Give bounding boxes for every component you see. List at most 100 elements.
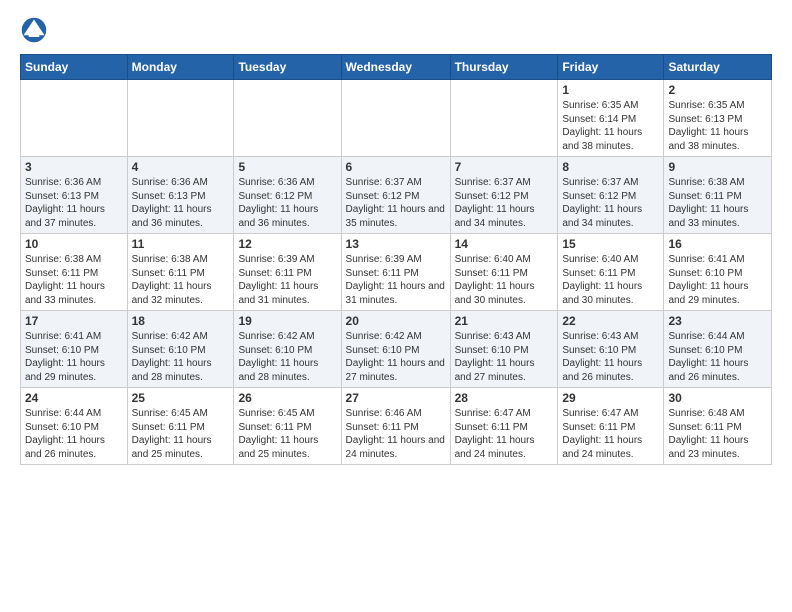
day-info: Sunrise: 6:36 AM Sunset: 6:13 PM Dayligh… (132, 176, 230, 230)
calendar-cell: 19Sunrise: 6:42 AM Sunset: 6:10 PM Dayli… (234, 311, 341, 388)
page: SundayMondayTuesdayWednesdayThursdayFrid… (0, 0, 792, 477)
calendar-cell: 30 Sunrise: 6:48 AM Sunset: 6:11 PM Dayli… (664, 388, 772, 465)
header (20, 16, 772, 44)
day-number: 3 (25, 160, 123, 174)
day-number: 27 (346, 391, 446, 405)
day-number: 22 (562, 314, 659, 328)
calendar-cell: 25 Sunrise: 6:45 AM Sunset: 6:11 PM Dayli… (127, 388, 234, 465)
calendar-cell: 23 Sunrise: 6:44 AM Sunset: 6:10 PM Dayli… (664, 311, 772, 388)
day-number: 28 (455, 391, 554, 405)
calendar-week-row: 24Sunrise: 6:44 AM Sunset: 6:10 PM Dayli… (21, 388, 772, 465)
calendar-header-row: SundayMondayTuesdayWednesdayThursdayFrid… (21, 55, 772, 80)
day-number: 4 (132, 160, 230, 174)
day-info: Sunrise: 6:36 AM Sunset: 6:12 PM Dayligh… (238, 176, 336, 230)
day-number: 30 (668, 391, 767, 405)
calendar-cell (450, 80, 558, 157)
day-number: 20 (346, 314, 446, 328)
calendar-day-header: Wednesday (341, 55, 450, 80)
day-info: Sunrise: 6:37 AM Sunset: 6:12 PM Dayligh… (346, 176, 446, 230)
calendar-cell: 8 Sunrise: 6:37 AM Sunset: 6:12 PM Daylig… (558, 157, 664, 234)
day-number: 7 (455, 160, 554, 174)
day-info: Sunrise: 6:35 AM Sunset: 6:14 PM Dayligh… (562, 99, 659, 153)
day-info: Sunrise: 6:43 AM Sunset: 6:10 PM Dayligh… (562, 330, 659, 384)
calendar-cell: 27 Sunrise: 6:46 AM Sunset: 6:11 PM Dayli… (341, 388, 450, 465)
calendar-cell: 3 Sunrise: 6:36 AM Sunset: 6:13 PM Daylig… (21, 157, 128, 234)
day-info: Sunrise: 6:42 AM Sunset: 6:10 PM Dayligh… (346, 330, 446, 384)
day-number: 17 (25, 314, 123, 328)
day-number: 1 (562, 83, 659, 97)
day-number: 21 (455, 314, 554, 328)
day-number: 24 (25, 391, 123, 405)
logo-icon (20, 16, 48, 44)
calendar-cell: 11Sunrise: 6:38 AM Sunset: 6:11 PM Dayli… (127, 234, 234, 311)
day-number: 26 (238, 391, 336, 405)
calendar-week-row: 3 Sunrise: 6:36 AM Sunset: 6:13 PM Daylig… (21, 157, 772, 234)
day-info: Sunrise: 6:45 AM Sunset: 6:11 PM Dayligh… (132, 407, 230, 461)
calendar-cell: 10 Sunrise: 6:38 AM Sunset: 6:11 PM Dayli… (21, 234, 128, 311)
day-info: Sunrise: 6:35 AM Sunset: 6:13 PM Dayligh… (668, 99, 767, 153)
day-number: 14 (455, 237, 554, 251)
day-number: 13 (346, 237, 446, 251)
day-info: Sunrise: 6:47 AM Sunset: 6:11 PM Dayligh… (455, 407, 554, 461)
calendar-cell: 9 Sunrise: 6:38 AM Sunset: 6:11 PM Daylig… (664, 157, 772, 234)
calendar-cell: 15 Sunrise: 6:40 AM Sunset: 6:11 PM Dayli… (558, 234, 664, 311)
calendar-day-header: Sunday (21, 55, 128, 80)
day-info: Sunrise: 6:37 AM Sunset: 6:12 PM Dayligh… (562, 176, 659, 230)
day-info: Sunrise: 6:38 AM Sunset: 6:11 PM Dayligh… (132, 253, 230, 307)
day-info: Sunrise: 6:40 AM Sunset: 6:11 PM Dayligh… (562, 253, 659, 307)
calendar-cell: 28 Sunrise: 6:47 AM Sunset: 6:11 PM Dayli… (450, 388, 558, 465)
day-number: 6 (346, 160, 446, 174)
calendar-cell: 17 Sunrise: 6:41 AM Sunset: 6:10 PM Dayli… (21, 311, 128, 388)
day-number: 15 (562, 237, 659, 251)
calendar-cell: 18Sunrise: 6:42 AM Sunset: 6:10 PM Dayli… (127, 311, 234, 388)
day-number: 10 (25, 237, 123, 251)
calendar-cell: 29Sunrise: 6:47 AM Sunset: 6:11 PM Dayli… (558, 388, 664, 465)
calendar-cell: 24Sunrise: 6:44 AM Sunset: 6:10 PM Dayli… (21, 388, 128, 465)
day-info: Sunrise: 6:38 AM Sunset: 6:11 PM Dayligh… (668, 176, 767, 230)
calendar-cell: 12 Sunrise: 6:39 AM Sunset: 6:11 PM Dayli… (234, 234, 341, 311)
calendar-cell: 4 Sunrise: 6:36 AM Sunset: 6:13 PM Daylig… (127, 157, 234, 234)
calendar-cell: 5 Sunrise: 6:36 AM Sunset: 6:12 PM Daylig… (234, 157, 341, 234)
day-number: 25 (132, 391, 230, 405)
day-info: Sunrise: 6:39 AM Sunset: 6:11 PM Dayligh… (346, 253, 446, 307)
calendar-day-header: Thursday (450, 55, 558, 80)
day-number: 5 (238, 160, 336, 174)
calendar-week-row: 1 Sunrise: 6:35 AM Sunset: 6:14 PM Daylig… (21, 80, 772, 157)
calendar-cell: 1 Sunrise: 6:35 AM Sunset: 6:14 PM Daylig… (558, 80, 664, 157)
calendar-cell (127, 80, 234, 157)
day-info: Sunrise: 6:40 AM Sunset: 6:11 PM Dayligh… (455, 253, 554, 307)
calendar-cell: 2 Sunrise: 6:35 AM Sunset: 6:13 PM Daylig… (664, 80, 772, 157)
day-info: Sunrise: 6:47 AM Sunset: 6:11 PM Dayligh… (562, 407, 659, 461)
day-number: 8 (562, 160, 659, 174)
calendar-cell: 22 Sunrise: 6:43 AM Sunset: 6:10 PM Dayli… (558, 311, 664, 388)
calendar-day-header: Friday (558, 55, 664, 80)
day-info: Sunrise: 6:41 AM Sunset: 6:10 PM Dayligh… (25, 330, 123, 384)
calendar-cell (234, 80, 341, 157)
calendar-cell: 7 Sunrise: 6:37 AM Sunset: 6:12 PM Daylig… (450, 157, 558, 234)
day-info: Sunrise: 6:41 AM Sunset: 6:10 PM Dayligh… (668, 253, 767, 307)
day-number: 9 (668, 160, 767, 174)
day-info: Sunrise: 6:46 AM Sunset: 6:11 PM Dayligh… (346, 407, 446, 461)
calendar-week-row: 10 Sunrise: 6:38 AM Sunset: 6:11 PM Dayli… (21, 234, 772, 311)
calendar-cell: 26 Sunrise: 6:45 AM Sunset: 6:11 PM Dayli… (234, 388, 341, 465)
day-info: Sunrise: 6:44 AM Sunset: 6:10 PM Dayligh… (668, 330, 767, 384)
day-number: 16 (668, 237, 767, 251)
calendar-day-header: Saturday (664, 55, 772, 80)
day-info: Sunrise: 6:43 AM Sunset: 6:10 PM Dayligh… (455, 330, 554, 384)
calendar: SundayMondayTuesdayWednesdayThursdayFrid… (20, 54, 772, 465)
day-number: 12 (238, 237, 336, 251)
day-info: Sunrise: 6:37 AM Sunset: 6:12 PM Dayligh… (455, 176, 554, 230)
day-number: 23 (668, 314, 767, 328)
calendar-cell: 20 Sunrise: 6:42 AM Sunset: 6:10 PM Dayli… (341, 311, 450, 388)
day-number: 2 (668, 83, 767, 97)
calendar-cell: 21 Sunrise: 6:43 AM Sunset: 6:10 PM Dayli… (450, 311, 558, 388)
day-info: Sunrise: 6:48 AM Sunset: 6:11 PM Dayligh… (668, 407, 767, 461)
calendar-day-header: Tuesday (234, 55, 341, 80)
calendar-cell: 13 Sunrise: 6:39 AM Sunset: 6:11 PM Dayli… (341, 234, 450, 311)
day-info: Sunrise: 6:42 AM Sunset: 6:10 PM Dayligh… (132, 330, 230, 384)
day-info: Sunrise: 6:45 AM Sunset: 6:11 PM Dayligh… (238, 407, 336, 461)
day-info: Sunrise: 6:38 AM Sunset: 6:11 PM Dayligh… (25, 253, 123, 307)
day-number: 19 (238, 314, 336, 328)
day-info: Sunrise: 6:36 AM Sunset: 6:13 PM Dayligh… (25, 176, 123, 230)
day-info: Sunrise: 6:39 AM Sunset: 6:11 PM Dayligh… (238, 253, 336, 307)
